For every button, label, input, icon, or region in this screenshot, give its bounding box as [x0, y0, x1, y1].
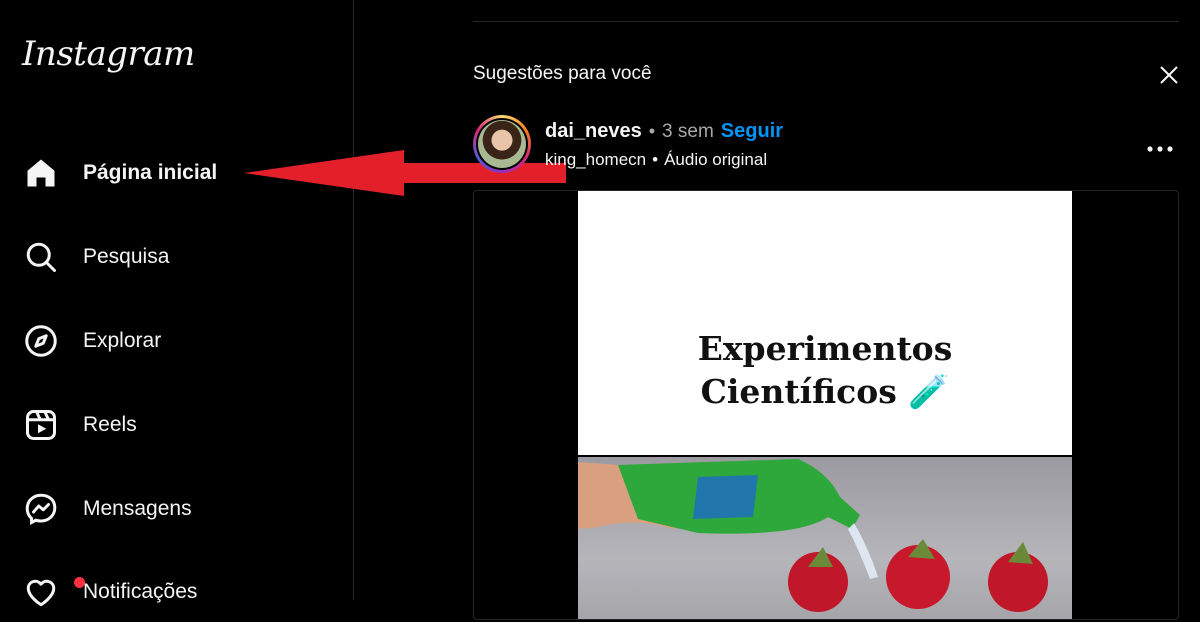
- sidebar-item-label: Explorar: [83, 329, 162, 352]
- audio-user-link[interactable]: king_homecn: [545, 150, 646, 170]
- sidebar-item-label: Pesquisa: [83, 245, 170, 268]
- sidebar-item-search[interactable]: Pesquisa: [0, 227, 354, 287]
- sidebar-item-label: Notificações: [83, 580, 198, 603]
- suggestions-title: Sugestões para você: [473, 63, 652, 84]
- follow-button[interactable]: Seguir: [721, 120, 783, 143]
- media-photo: [578, 457, 1072, 619]
- heart-icon: [22, 573, 85, 611]
- post-media[interactable]: Experimentos Científicos 🧪: [473, 190, 1179, 620]
- sidebar-item-reels[interactable]: Reels: [0, 395, 354, 455]
- avatar-photo: [478, 120, 526, 168]
- post-header: dai_neves • 3 sem Seguir: [545, 120, 783, 143]
- sidebar-item-label: Reels: [83, 413, 137, 436]
- sidebar-item-notifications[interactable]: Notificações: [0, 562, 354, 622]
- feed-divider: [473, 21, 1179, 22]
- home-icon: [22, 154, 60, 192]
- post-audio-line: king_homecn • Áudio original: [545, 150, 767, 170]
- more-options-button[interactable]: [1145, 140, 1175, 152]
- reels-icon: [22, 406, 60, 444]
- messenger-icon: [22, 490, 60, 528]
- separator-dot: •: [652, 150, 659, 169]
- search-icon: [22, 238, 60, 276]
- post-username[interactable]: dai_neves: [545, 120, 642, 143]
- test-tube-emoji: 🧪: [908, 372, 950, 411]
- instagram-logo[interactable]: Instagram: [22, 34, 195, 74]
- media-title: Experimentos Científicos 🧪: [578, 327, 1072, 413]
- avatar[interactable]: [473, 115, 531, 173]
- close-suggestions-button[interactable]: [1156, 62, 1182, 88]
- media-title-card: Experimentos Científicos 🧪: [578, 191, 1072, 455]
- sidebar-item-messages[interactable]: Mensagens: [0, 479, 354, 539]
- sidebar: Instagram Página inicial Pesquisa Explor…: [0, 0, 354, 607]
- close-icon: [1160, 66, 1178, 84]
- media-title-line2: Científicos: [700, 372, 897, 411]
- post-time[interactable]: 3 sem: [662, 121, 714, 143]
- separator-dot: •: [648, 121, 656, 141]
- sidebar-item-label: Mensagens: [83, 497, 192, 520]
- media-title-line1: Experimentos: [697, 329, 953, 368]
- sidebar-item-explore[interactable]: Explorar: [0, 311, 354, 371]
- experiment-photo-illustration: [578, 459, 1048, 612]
- sidebar-item-label: Página inicial: [83, 161, 218, 184]
- more-icon: [1147, 146, 1173, 152]
- compass-icon: [22, 322, 60, 360]
- audio-link[interactable]: Áudio original: [664, 150, 767, 170]
